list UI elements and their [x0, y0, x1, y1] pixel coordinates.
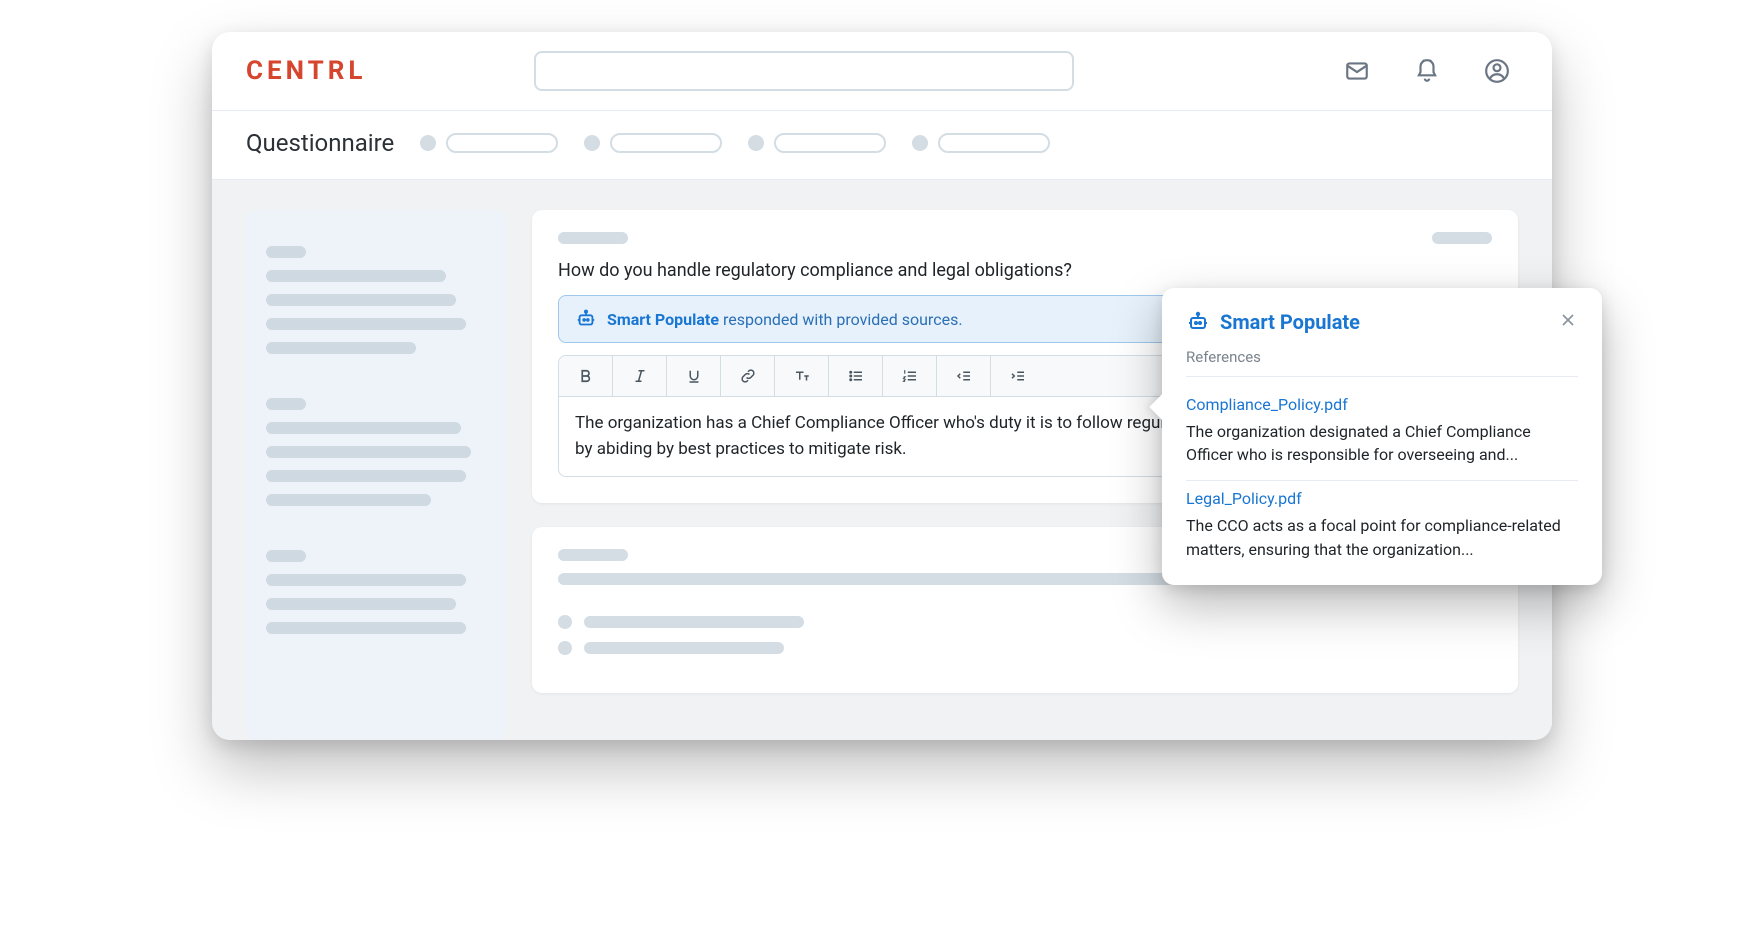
sp-label: Smart Populate [607, 310, 719, 329]
reference-excerpt: The CCO acts as a focal point for compli… [1186, 514, 1578, 560]
smart-populate-popover: Smart Populate References Compliance_Pol… [1162, 288, 1602, 585]
robot-icon [575, 308, 597, 330]
sidebar-item[interactable] [266, 494, 431, 506]
step-indicator [584, 133, 722, 153]
italic-button[interactable] [613, 356, 667, 396]
page-title: Questionnaire [246, 129, 394, 157]
sidebar-item[interactable] [266, 574, 466, 586]
sidebar-item[interactable] [266, 446, 471, 458]
reference-item: Legal_Policy.pdf The CCO acts as a focal… [1186, 481, 1578, 560]
sidebar-item[interactable] [266, 598, 456, 610]
reference-link[interactable]: Legal_Policy.pdf [1186, 489, 1302, 508]
sp-rest: responded with provided sources. [719, 310, 963, 329]
app-shell: CENTRL Questionnaire [212, 32, 1552, 740]
step-indicator [420, 133, 558, 153]
reference-excerpt: The organization designated a Chief Comp… [1186, 420, 1578, 466]
sidebar-item[interactable] [266, 470, 466, 482]
sidebar-placeholder [266, 246, 306, 258]
card-placeholder [558, 232, 628, 244]
card-placeholder [558, 549, 628, 561]
sidebar [246, 210, 506, 740]
bell-icon[interactable] [1406, 50, 1448, 92]
bold-button[interactable] [559, 356, 613, 396]
sidebar-item[interactable] [266, 622, 466, 634]
sidebar-placeholder [266, 550, 306, 562]
robot-icon [1186, 310, 1210, 334]
reference-link[interactable]: Compliance_Policy.pdf [1186, 395, 1348, 414]
sidebar-item[interactable] [266, 422, 461, 434]
option-placeholder [558, 615, 1492, 629]
outdent-button[interactable] [937, 356, 991, 396]
brand-logo: CENTRL [246, 56, 366, 86]
text-style-button[interactable] [775, 356, 829, 396]
top-bar: CENTRL [212, 32, 1552, 111]
close-button[interactable] [1558, 310, 1578, 334]
sidebar-placeholder [266, 398, 306, 410]
step-indicator [912, 133, 1050, 153]
bullet-list-button[interactable] [829, 356, 883, 396]
sidebar-item[interactable] [266, 342, 416, 354]
link-button[interactable] [721, 356, 775, 396]
sidebar-item[interactable] [266, 294, 456, 306]
numbered-list-button[interactable] [883, 356, 937, 396]
sidebar-item[interactable] [266, 318, 466, 330]
search-input[interactable] [534, 51, 1074, 91]
popover-title: Smart Populate [1220, 310, 1360, 334]
indent-button[interactable] [991, 356, 1045, 396]
step-indicator [748, 133, 886, 153]
subheader: Questionnaire [212, 111, 1552, 180]
option-placeholder [558, 641, 1492, 655]
mail-icon[interactable] [1336, 50, 1378, 92]
reference-item: Compliance_Policy.pdf The organization d… [1186, 387, 1578, 481]
references-label: References [1186, 348, 1578, 377]
user-icon[interactable] [1476, 50, 1518, 92]
underline-button[interactable] [667, 356, 721, 396]
question-text: How do you handle regulatory compliance … [558, 260, 1492, 281]
card-placeholder [1432, 232, 1492, 244]
sidebar-item[interactable] [266, 270, 446, 282]
